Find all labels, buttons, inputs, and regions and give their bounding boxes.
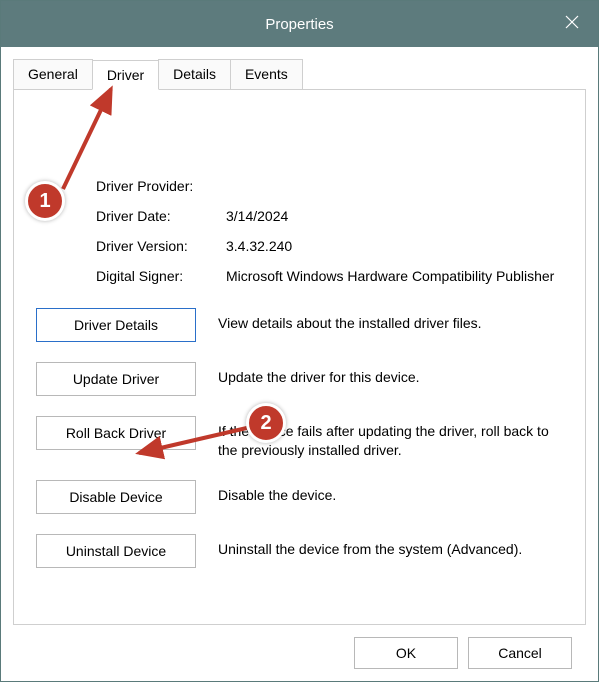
tab-driver[interactable]: Driver [92, 60, 159, 90]
close-button[interactable] [546, 1, 598, 47]
uninstall-device-button[interactable]: Uninstall Device [36, 534, 196, 568]
roll-back-driver-desc: If the device fails after updating the d… [218, 416, 563, 460]
update-driver-button[interactable]: Update Driver [36, 362, 196, 396]
dialog-body: General Driver Details Events Driver Pro… [1, 47, 598, 681]
cancel-button[interactable]: Cancel [468, 637, 572, 669]
driver-date-value: 3/14/2024 [226, 208, 563, 224]
tab-details[interactable]: Details [158, 59, 231, 89]
driver-tab-panel: Driver Provider: Driver Date: 3/14/2024 … [13, 89, 586, 625]
driver-date-label: Driver Date: [96, 208, 226, 224]
tab-bar: General Driver Details Events [13, 59, 586, 89]
row-disable-device: Disable Device Disable the device. [36, 480, 563, 514]
tab-events[interactable]: Events [230, 59, 303, 89]
properties-window: Properties General Driver Details Events… [0, 0, 599, 682]
close-icon [565, 15, 579, 33]
tab-general[interactable]: General [13, 59, 93, 89]
update-driver-desc: Update the driver for this device. [218, 362, 563, 387]
dialog-footer: OK Cancel [13, 625, 586, 681]
window-title: Properties [265, 16, 333, 33]
disable-device-desc: Disable the device. [218, 480, 563, 505]
row-driver-details: Driver Details View details about the in… [36, 308, 563, 342]
ok-button[interactable]: OK [354, 637, 458, 669]
driver-details-button[interactable]: Driver Details [36, 308, 196, 342]
row-update-driver: Update Driver Update the driver for this… [36, 362, 563, 396]
driver-provider-value [226, 178, 563, 194]
digital-signer-label: Digital Signer: [96, 268, 226, 284]
digital-signer-value: Microsoft Windows Hardware Compatibility… [226, 268, 563, 284]
row-uninstall-device: Uninstall Device Uninstall the device fr… [36, 534, 563, 568]
driver-info-grid: Driver Provider: Driver Date: 3/14/2024 … [96, 178, 563, 284]
disable-device-button[interactable]: Disable Device [36, 480, 196, 514]
driver-details-desc: View details about the installed driver … [218, 308, 563, 333]
row-roll-back-driver: Roll Back Driver If the device fails aft… [36, 416, 563, 460]
driver-version-label: Driver Version: [96, 238, 226, 254]
driver-version-value: 3.4.32.240 [226, 238, 563, 254]
driver-provider-label: Driver Provider: [96, 178, 226, 194]
uninstall-device-desc: Uninstall the device from the system (Ad… [218, 534, 563, 559]
roll-back-driver-button[interactable]: Roll Back Driver [36, 416, 196, 450]
titlebar: Properties [1, 1, 598, 47]
